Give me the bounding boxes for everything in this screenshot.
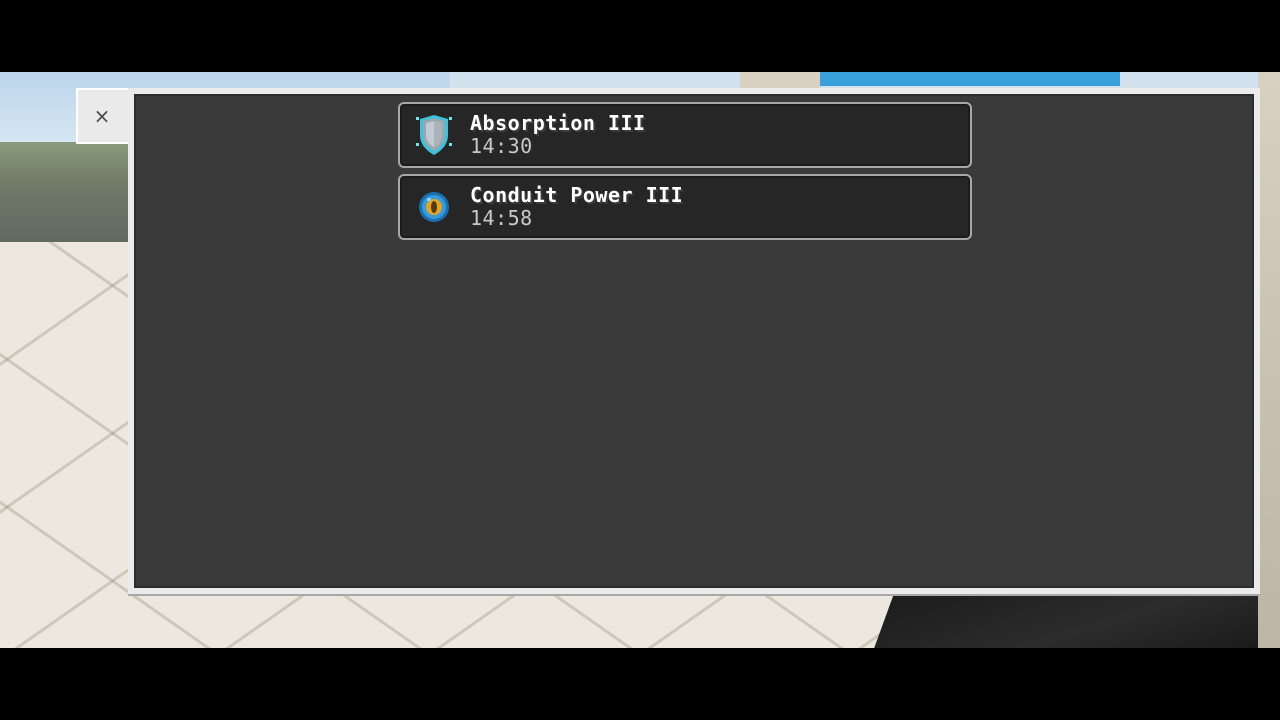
conduit-power-orb-icon <box>412 185 456 229</box>
game-screen: × Absorption III 14:30 Conduit Power III… <box>0 0 1280 720</box>
wall-block-right <box>1258 72 1280 648</box>
effect-name: Conduit Power III <box>470 183 684 207</box>
effect-duration: 14:30 <box>470 134 533 158</box>
effect-list: Absorption III 14:30 Conduit Power III 1… <box>398 102 972 246</box>
blue-wall-block <box>820 72 1120 86</box>
effects-panel-body: Absorption III 14:30 Conduit Power III 1… <box>134 94 1254 588</box>
close-icon: × <box>93 104 111 128</box>
effect-name: Absorption III <box>470 111 646 135</box>
hedge-block <box>0 142 130 252</box>
effects-panel: Absorption III 14:30 Conduit Power III 1… <box>128 88 1260 594</box>
effect-duration: 14:58 <box>470 206 533 230</box>
absorption-shield-icon <box>412 113 456 157</box>
effect-row-absorption: Absorption III 14:30 <box>398 102 972 168</box>
effect-row-conduit-power: Conduit Power III 14:58 <box>398 174 972 240</box>
close-button[interactable]: × <box>76 88 132 144</box>
player-arm <box>865 592 1280 648</box>
